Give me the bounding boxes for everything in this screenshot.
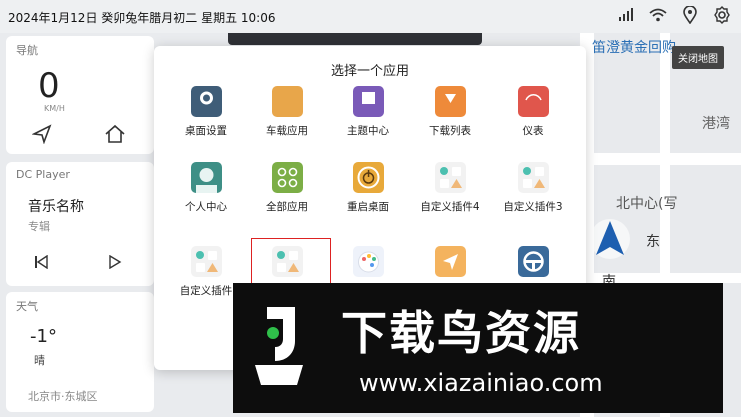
signal-icon — [617, 6, 635, 24]
previous-track-icon[interactable] — [34, 254, 48, 273]
app-car-apps[interactable]: 车载应用 — [247, 86, 327, 138]
custom-plugin-icon — [517, 162, 549, 193]
app-label: 下载列表 — [429, 125, 471, 137]
speed-value: 0 — [38, 66, 60, 106]
navigation-card[interactable]: 导航 0 KM/H — [6, 36, 154, 154]
map-road-label: 北中心(写 — [616, 196, 678, 212]
card-title: 导航 — [16, 44, 38, 57]
theme-center-icon — [352, 86, 384, 117]
app-steering[interactable] — [493, 246, 573, 283]
app-personal-center[interactable]: 个人中心 — [166, 162, 246, 214]
custom-plugin-icon — [434, 162, 466, 193]
app-label: 个人中心 — [185, 201, 227, 213]
app-theme-center[interactable]: 主题中心 — [328, 86, 408, 138]
card-title: DC Player — [16, 168, 70, 181]
status-icons — [617, 6, 731, 24]
dashboard-icon — [517, 86, 549, 117]
watermark-url: www.xiazainiao.com — [359, 369, 603, 397]
watermark-title: 下载鸟资源 — [341, 306, 581, 360]
map-direction-east: 东 — [646, 234, 660, 250]
album-name: 专辑 — [28, 220, 50, 233]
location-icon[interactable] — [681, 6, 699, 24]
song-title: 音乐名称 — [28, 199, 84, 215]
app-restart-desktop[interactable]: 重启桌面 — [328, 162, 408, 214]
app-dashboard[interactable]: 仪表 — [493, 86, 573, 138]
close-map-button[interactable]: 关闭地图 — [672, 46, 724, 69]
app-label: 车载应用 — [266, 125, 308, 137]
navigation-arrow-icon — [434, 246, 466, 277]
map-poi-label: 笛澄黄金回购 — [592, 40, 676, 56]
home-icon[interactable] — [104, 124, 126, 148]
map-poi-label: 港湾 — [702, 116, 730, 132]
player-card[interactable]: DC Player 音乐名称 专辑 — [6, 162, 154, 286]
card-title: 天气 — [16, 300, 38, 313]
temperature: -1° — [30, 326, 57, 347]
car-apps-icon — [271, 86, 303, 117]
nav-info-tile — [228, 33, 482, 45]
app-label: 重启桌面 — [347, 201, 389, 213]
custom-plugin-icon — [190, 246, 222, 277]
app-custom-plugin-4[interactable]: 自定义插件4 — [410, 162, 490, 214]
app-label: 全部应用 — [266, 201, 308, 213]
palette-icon — [352, 246, 384, 277]
app-desktop-settings[interactable]: 桌面设置 — [166, 86, 246, 138]
app-all-apps[interactable]: 全部应用 — [247, 162, 327, 214]
weather-condition: 晴 — [34, 354, 45, 367]
app-label: 自定义插件3 — [503, 201, 563, 213]
dialog-title: 选择一个应用 — [330, 64, 409, 79]
app-palette[interactable] — [328, 246, 408, 283]
personal-center-icon — [190, 162, 222, 193]
bird-logo-icon — [247, 301, 311, 391]
download-list-icon — [434, 86, 466, 117]
app-download-list[interactable]: 下载列表 — [410, 86, 490, 138]
app-label: 自定义插件4 — [420, 201, 480, 213]
wifi-icon — [649, 6, 667, 24]
speed-unit: KM/H — [44, 104, 65, 113]
watermark-banner: 下载鸟资源 www.xiazainiao.com — [233, 283, 723, 413]
settings-icon[interactable] — [713, 6, 731, 24]
play-icon[interactable] — [108, 254, 122, 273]
restart-desktop-icon — [352, 162, 384, 193]
status-bar: 2024年1月12日 癸卯兔年腊月初二 星期五 10:06 — [0, 0, 741, 33]
status-datetime: 2024年1月12日 癸卯兔年腊月初二 星期五 10:06 — [8, 11, 276, 25]
all-apps-icon — [271, 162, 303, 193]
compass-icon — [588, 217, 632, 265]
app-label: 主题中心 — [347, 125, 389, 137]
app-custom-plugin-3[interactable]: 自定义插件3 — [493, 162, 573, 214]
desktop-settings-icon — [190, 86, 222, 117]
app-label: 仪表 — [522, 125, 544, 137]
steering-wheel-icon — [517, 246, 549, 277]
weather-city: 北京市·东城区 — [28, 390, 98, 403]
app-navigation[interactable] — [410, 246, 490, 283]
app-label: 桌面设置 — [185, 125, 227, 137]
navigate-arrow-icon[interactable] — [31, 124, 52, 148]
weather-card[interactable]: 天气 -1° 晴 北京市·东城区 — [6, 292, 154, 412]
